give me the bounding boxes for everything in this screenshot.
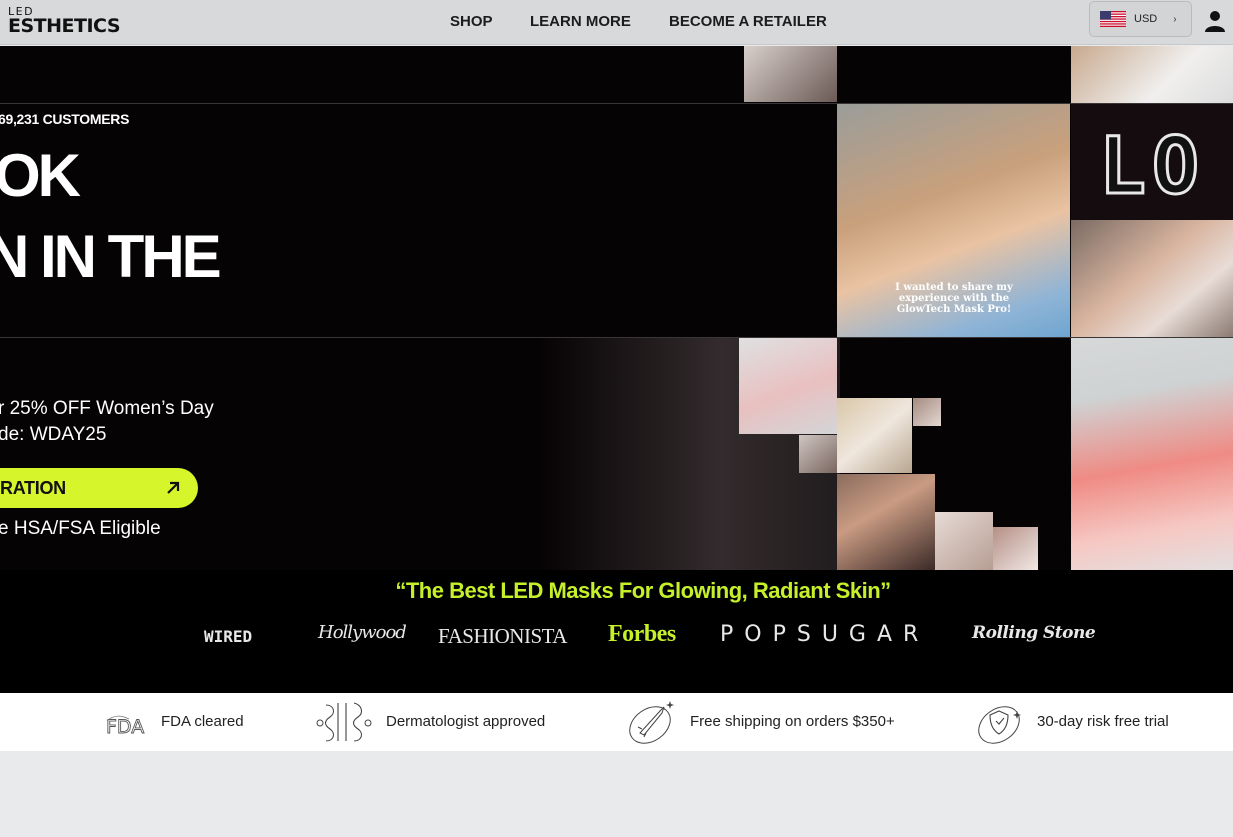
sign-text: LO — [1098, 121, 1205, 214]
logo-main-text: ESTHETICS — [8, 15, 121, 37]
svg-text:FDA: FDA — [106, 716, 144, 738]
us-flag-icon — [1100, 11, 1126, 27]
video-tile — [1071, 220, 1233, 337]
account-icon[interactable] — [1203, 9, 1227, 33]
video-tile — [993, 527, 1038, 570]
fda-icon: FDA — [103, 699, 149, 745]
press-quote: “The Best LED Masks For Glowing, Radiant… — [395, 578, 891, 603]
chevron-right-icon: › — [1173, 13, 1177, 25]
hero-headline-line2: N IN THE — [0, 223, 222, 290]
cta-label: RATION — [0, 478, 66, 498]
hero-section: I wanted to share my experience with the… — [0, 46, 1233, 570]
feature-label-dermatologist: Dermatologist approved — [386, 713, 546, 730]
promo-line2: de: WDAY25 — [0, 424, 107, 445]
press-logo-rolling-stone: Rolling Stone — [972, 623, 1096, 643]
video-tile — [1071, 46, 1233, 103]
hsa-fsa-note: e HSA/FSA Eligible — [0, 518, 161, 539]
nav-shop[interactable]: SHOP — [450, 13, 493, 30]
video-tile-testimonial: I wanted to share my experience with the… — [837, 104, 1070, 337]
video-tile — [837, 474, 935, 570]
video-caption: I wanted to share my experience with the… — [895, 282, 1013, 315]
feature-label-shipping: Free shipping on orders $350+ — [690, 713, 895, 730]
hero-headline-line1: OK — [0, 142, 81, 209]
video-tile — [913, 398, 941, 426]
video-tile — [799, 435, 837, 473]
nav-become-retailer[interactable]: BECOME A RETAILER — [669, 13, 827, 30]
video-tile-mask-glow — [1071, 338, 1233, 570]
nav-learn-more[interactable]: LEARN MORE — [530, 13, 631, 30]
press-logo-fashionista: FASHIONISTA — [438, 624, 567, 648]
video-tile — [837, 398, 912, 473]
press-logo-popsugar: POPSUGAR — [720, 622, 930, 647]
press-logo-hollywood-reporter: Hollywood — [318, 622, 407, 643]
video-tile-sign: LO — [1071, 104, 1233, 220]
feature-label-fda: FDA cleared — [161, 713, 244, 730]
press-logo-forbes: Forbes — [608, 621, 676, 647]
arrow-up-right-icon — [164, 479, 182, 497]
currency-code: USD — [1134, 13, 1158, 25]
press-section: “The Best LED Masks For Glowing, Radiant… — [0, 570, 1233, 693]
feature-label-trial: 30-day risk free trial — [1037, 713, 1169, 730]
customer-count: 69,231 CUSTOMERS — [0, 111, 130, 127]
video-tile — [744, 46, 837, 102]
shield-icon — [975, 699, 1021, 745]
press-logo-wired: WIRED — [204, 627, 253, 646]
features-bar: FDA FDA cleared Dermatologist approved F… — [0, 693, 1233, 751]
rocket-icon — [626, 699, 674, 745]
cta-button[interactable]: RATION — [0, 468, 198, 508]
promo-text: r 25% OFF Women’s Day de: WDAY25 — [0, 396, 214, 448]
video-tile-mask — [739, 338, 837, 434]
promo-line1: r 25% OFF Women’s Day — [0, 398, 214, 419]
logo[interactable]: LED ESTHETICS — [8, 6, 121, 37]
dermatologist-icon — [316, 699, 372, 745]
site-header: LED ESTHETICS SHOP LEARN MORE BECOME A R… — [0, 0, 1233, 45]
currency-selector[interactable]: USD › — [1089, 1, 1192, 37]
video-tile — [935, 512, 993, 570]
